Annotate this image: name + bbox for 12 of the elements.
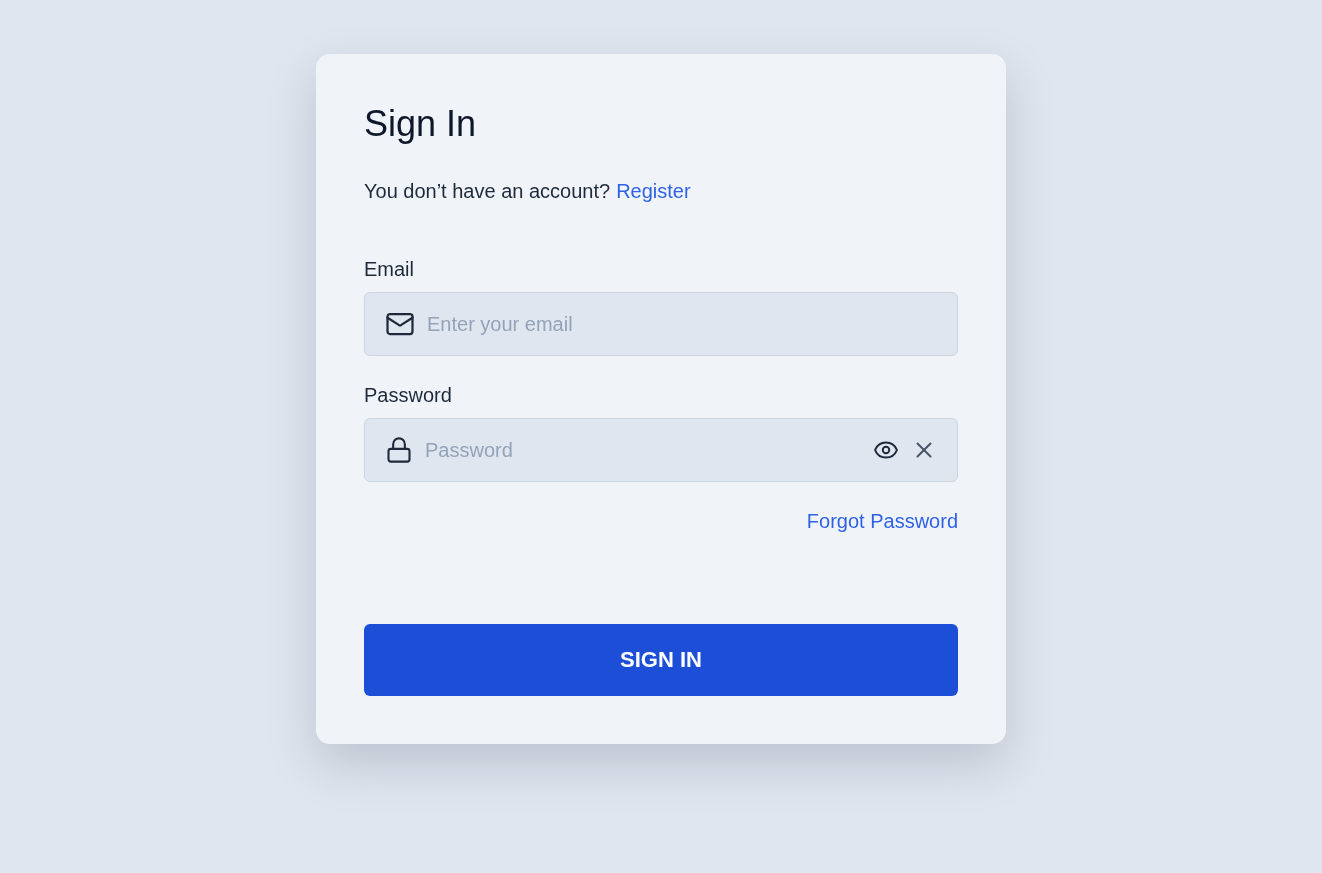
password-field[interactable]: Password	[364, 418, 958, 482]
lock-icon	[385, 436, 413, 464]
forgot-password-link[interactable]: Forgot Password	[806, 508, 958, 534]
sign-in-button[interactable]: SIGN IN	[364, 624, 958, 696]
text-input[interactable]: Enter your email	[427, 312, 937, 336]
email-field[interactable]: Enter your email	[364, 292, 958, 356]
register-link[interactable]: Register	[616, 178, 691, 204]
field-label: Password	[364, 383, 453, 408]
prompt-text: You don’t have an account?	[364, 179, 611, 204]
field-label: Email	[364, 257, 415, 282]
page-title: Sign In	[364, 102, 478, 146]
text-input[interactable]: Password	[425, 438, 861, 462]
